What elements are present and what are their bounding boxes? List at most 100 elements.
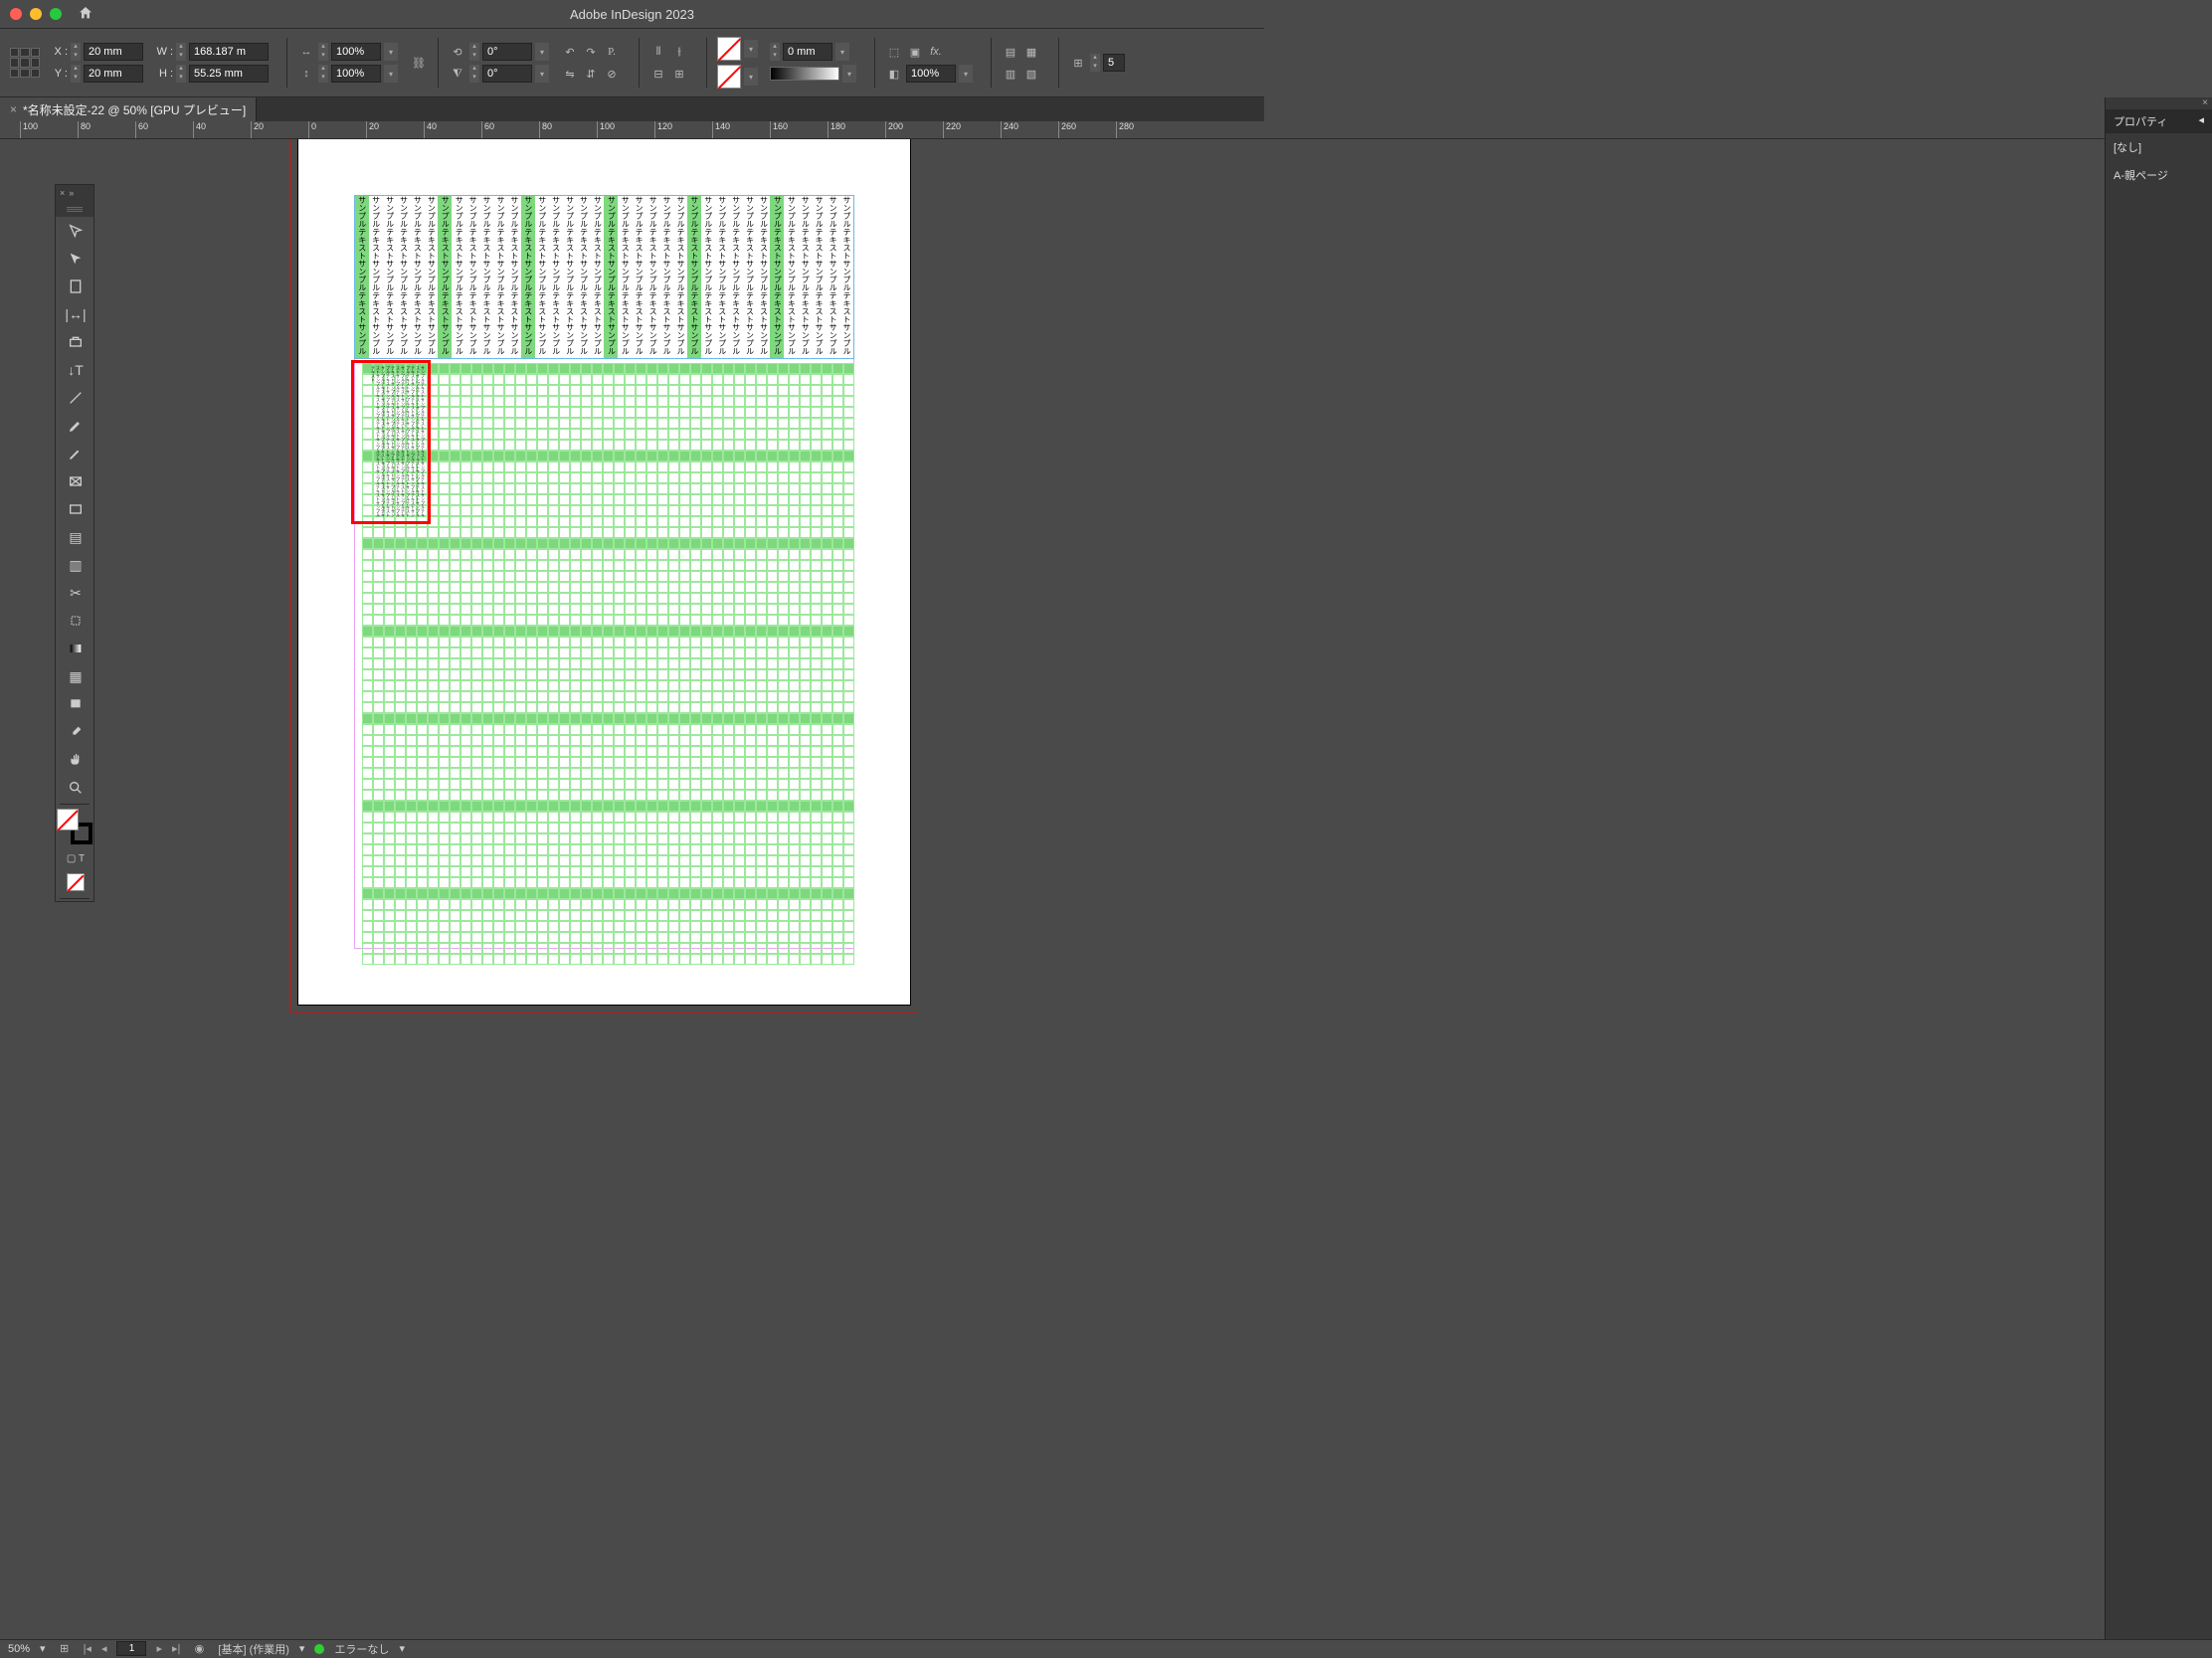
first-page-button[interactable]: |◂ [84,1642,92,1655]
x-up[interactable]: ▴ [71,43,81,52]
preflight-icon[interactable]: ◉ [190,1640,208,1658]
direct-selection-tool[interactable] [56,245,95,273]
error-label[interactable]: エラーなし [334,1641,389,1657]
opacity-input[interactable] [906,65,956,83]
text-frame[interactable]: サンプルテキストサンプルテキストサンプルテキストサンプルテキストサンプルテキスト… [354,195,854,359]
pen-tool[interactable] [56,412,95,440]
pencil-tool[interactable] [56,440,95,467]
constrain-scale-icon[interactable]: ⛓ [410,54,428,72]
shear-dropdown[interactable]: ▾ [535,65,549,83]
fill-dropdown[interactable]: ▾ [744,40,758,58]
line-tool[interactable] [56,384,95,412]
toolbox-header[interactable]: × » [56,185,93,201]
horizontal-ruler[interactable]: 1008060402002040608010012014016018020022… [0,121,2105,139]
page[interactable]: サンプルテキストサンプルテキストサンプルテキストサンプルテキストサンプルテキスト… [298,139,910,1005]
properties-tab[interactable]: プロパティ◂ [2106,109,2212,133]
selection-tool[interactable] [56,217,95,245]
apply-color-container[interactable]: ▢ T [56,848,95,868]
type-tool[interactable]: ↓T [56,356,95,384]
panel-close-icon[interactable]: × [2202,97,2208,108]
rotate-input[interactable] [482,43,532,61]
close-window-button[interactable] [10,8,22,20]
minimize-window-button[interactable] [30,8,42,20]
style-label[interactable]: [基本] (作業用) [218,1641,289,1657]
w-down[interactable]: ▾ [176,52,186,61]
scale-x-dropdown[interactable]: ▾ [384,43,398,61]
y-input[interactable] [84,65,143,83]
y-up[interactable]: ▴ [71,65,81,74]
maximize-window-button[interactable] [50,8,62,20]
opacity-dropdown[interactable]: ▾ [959,65,973,83]
grid-tool-icon[interactable]: ⊞ [1069,54,1087,72]
rectangle-frame-tool[interactable] [56,467,95,495]
horizontal-grid-tool[interactable]: ▤ [56,523,95,551]
y-down[interactable]: ▾ [71,74,81,83]
stroke-style-dropdown[interactable]: ▾ [842,65,856,83]
prev-page-button[interactable]: ◂ [101,1642,107,1655]
rotate-ccw-icon[interactable]: ↶ [561,43,579,61]
error-dropdown-icon[interactable]: ▾ [399,1642,405,1655]
scale-y-input[interactable] [331,65,381,83]
close-tab-icon[interactable]: × [10,102,17,116]
rotate-dropdown[interactable]: ▾ [535,43,549,61]
free-transform-tool[interactable] [56,607,95,635]
last-page-button[interactable]: ▸| [172,1642,180,1655]
char-panel-icon[interactable]: P. [603,43,621,61]
wrap-4-icon[interactable]: ▧ [1022,65,1040,83]
toolbox-close-icon[interactable]: × [60,188,65,198]
page-tool[interactable] [56,273,95,300]
h-input[interactable] [189,65,269,83]
eyedropper-tool[interactable] [56,718,95,746]
rotate-cw-icon[interactable]: ↷ [582,43,600,61]
next-page-button[interactable]: ▸ [156,1642,162,1655]
fill-stroke-control[interactable] [57,809,92,844]
document-tab[interactable]: × *名称未設定-22 @ 50% [GPU プレビュー] [0,97,257,122]
hand-tool[interactable] [56,746,95,774]
content-collector-tool[interactable] [56,328,95,356]
stroke-weight-dropdown[interactable]: ▾ [835,43,849,61]
w-up[interactable]: ▴ [176,43,186,52]
x-down[interactable]: ▾ [71,52,81,61]
h-down[interactable]: ▾ [176,74,186,83]
scale-y-dropdown[interactable]: ▾ [384,65,398,83]
align-icon-2[interactable]: ⫲ [670,43,688,61]
fx-icon[interactable]: fx. [927,43,945,61]
page-input[interactable] [116,1641,146,1656]
gradient-swatch-tool[interactable] [56,635,95,662]
note-tool[interactable] [56,690,95,718]
zoom-dropdown-icon[interactable]: ▾ [40,1642,46,1655]
flip-h-icon[interactable]: ⇋ [561,65,579,83]
structure-icon[interactable]: ⊞ [56,1640,74,1658]
stroke-dropdown[interactable]: ▾ [744,68,758,86]
align-icon-4[interactable]: ⊞ [670,65,688,83]
wrap-3-icon[interactable]: ▥ [1002,65,1019,83]
corner-icon[interactable]: ⬚ [885,43,903,61]
home-icon[interactable] [78,5,93,24]
parent-page-label[interactable]: A-親ページ [2106,161,2212,189]
grid-gap-input[interactable] [1103,54,1125,72]
reference-point-selector[interactable] [10,48,40,78]
wrap-1-icon[interactable]: ▤ [1002,43,1019,61]
clear-transform-icon[interactable]: ⊘ [603,65,621,83]
stroke-weight-input[interactable] [783,43,832,61]
canvas-area[interactable]: サンプルテキストサンプルテキストサンプルテキストサンプルテキストサンプルテキスト… [0,139,2105,1639]
fit-icon[interactable]: ▣ [906,43,924,61]
gap-tool[interactable]: |↔| [56,300,95,328]
align-icon-3[interactable]: ⊟ [649,65,667,83]
apply-none[interactable] [56,868,95,896]
align-icon-1[interactable]: ⫴ [649,43,667,61]
stroke-style-bar[interactable] [770,67,839,81]
gradient-feather-tool[interactable]: ▦ [56,662,95,690]
h-up[interactable]: ▴ [176,65,186,74]
stroke-swatch[interactable] [717,65,741,89]
toolbox-expand-icon[interactable]: » [69,188,74,198]
w-input[interactable] [189,43,269,61]
vertical-grid-tool[interactable]: ▥ [56,551,95,579]
flip-v-icon[interactable]: ⇵ [582,65,600,83]
x-input[interactable] [84,43,143,61]
fill-swatch[interactable] [717,37,741,61]
rectangle-tool[interactable] [56,495,95,523]
zoom-level[interactable]: 50% [8,1643,30,1655]
style-dropdown-icon[interactable]: ▾ [299,1642,305,1655]
scissors-tool[interactable]: ✂ [56,579,95,607]
